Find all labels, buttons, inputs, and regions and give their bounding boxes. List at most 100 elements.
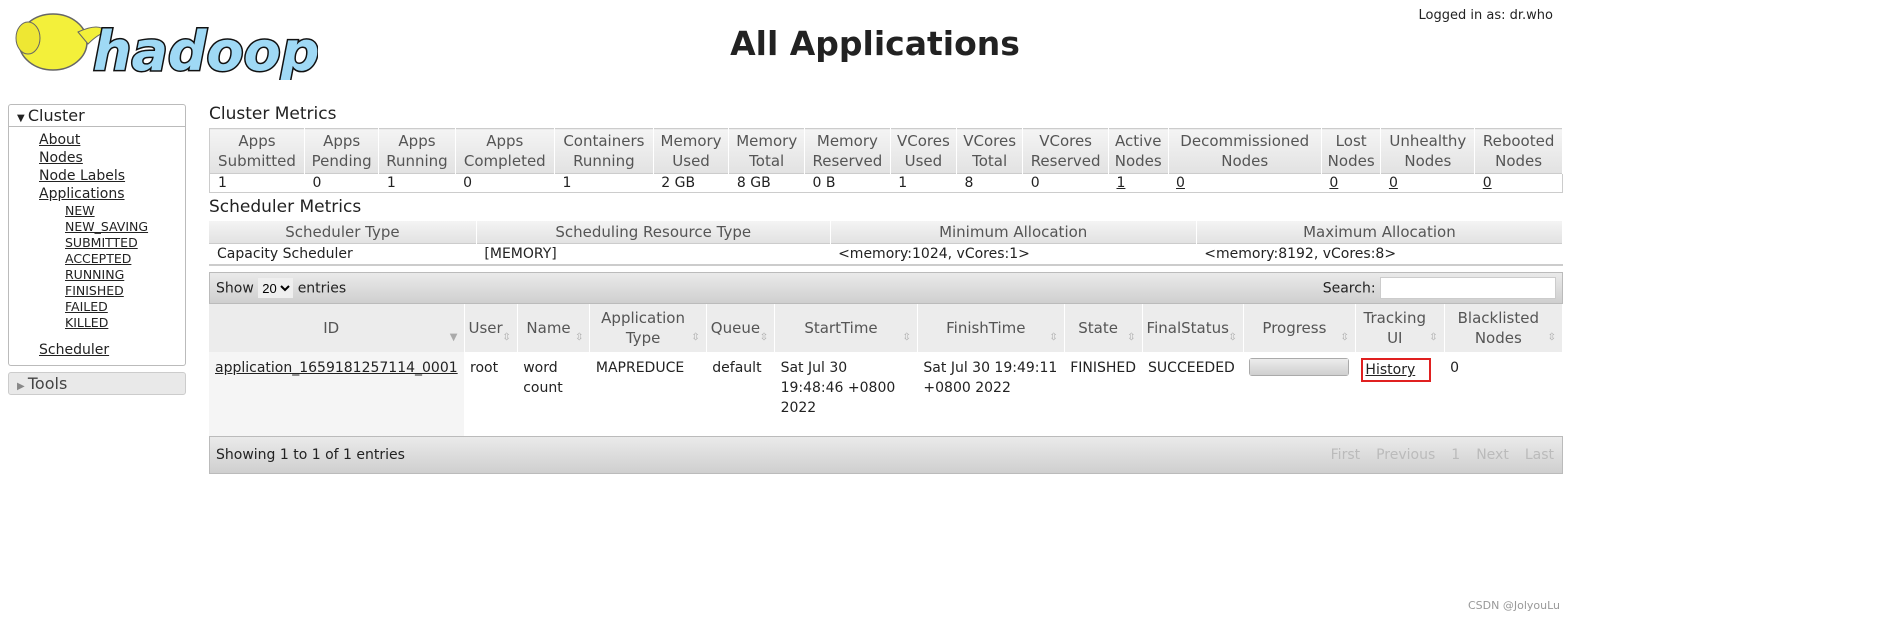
metric-value: 1 [890, 173, 957, 193]
nav-state-new[interactable]: NEW [65, 203, 185, 219]
page-title: All Applications [730, 24, 1020, 63]
applications-table: ID ▼ User ⇳ Name ⇳ Application Type ⇳ Queue ⇳ Star… [209, 304, 1564, 436]
nav-state-failed[interactable]: FAILED [65, 299, 185, 315]
metric-header: VCores Reserved [1022, 128, 1109, 174]
table-info: Showing 1 to 1 of 1 entries [216, 447, 405, 463]
scheduler-value: Capacity Scheduler [209, 243, 477, 266]
nav-about[interactable]: About [39, 131, 185, 149]
page-next[interactable]: Next [1468, 447, 1517, 463]
cell-finish: Sat Jul 30 19:49:11 +0800 2022 [923, 360, 1058, 396]
nav-state-new-saving[interactable]: NEW_SAVING [65, 219, 185, 235]
nav-applications[interactable]: Applications [39, 185, 185, 203]
sort-icon: ⇳ [1547, 332, 1556, 343]
metric-value: 1 [209, 173, 305, 193]
caret-right-icon: ▶ [17, 381, 28, 392]
metric-value: 2 GB [653, 173, 729, 193]
cell-blacklisted: 0 [1450, 360, 1460, 376]
metric-value[interactable]: 0 [1380, 173, 1475, 193]
metric-header: Rebooted Nodes [1474, 128, 1563, 174]
metric-value: 0 B [804, 173, 891, 193]
nav-state-accepted[interactable]: ACCEPTED [65, 251, 185, 267]
nav-nodes[interactable]: Nodes [39, 149, 185, 167]
tools-section-toggle[interactable]: ▶ Tools [8, 372, 186, 395]
search-input[interactable] [1380, 277, 1556, 299]
column-header[interactable]: FinalStatus ⇳ [1142, 304, 1244, 352]
scheduler-value: <memory:1024, vCores:1> [830, 243, 1197, 266]
sort-icon: ⇳ [574, 332, 584, 343]
metric-header: Decommissioned Nodes [1168, 128, 1322, 174]
scheduler-header: Scheduling Resource Type [476, 221, 831, 244]
sort-icon: ⇳ [1127, 332, 1136, 343]
page-previous[interactable]: Previous [1368, 447, 1443, 463]
metric-value[interactable]: 0 [1321, 173, 1381, 193]
sort-icon: ⇳ [1228, 332, 1237, 343]
history-link[interactable]: History [1365, 362, 1415, 378]
sort-icon: ⇳ [759, 332, 769, 343]
column-header[interactable]: Application Type ⇳ [589, 304, 707, 352]
cell-type: MAPREDUCE [595, 360, 685, 376]
metric-value: 0 [1022, 173, 1109, 193]
cell-start: Sat Jul 30 19:48:46 +0800 2022 [780, 360, 896, 416]
metric-header: Apps Submitted [209, 128, 305, 174]
metric-header: Lost Nodes [1321, 128, 1382, 174]
search-label: Search: [1322, 280, 1376, 297]
metric-header: Active Nodes [1108, 128, 1169, 174]
cell-queue: default [712, 360, 762, 376]
page-first[interactable]: First [1323, 447, 1368, 463]
scheduler-value: <memory:8192, vCores:8> [1196, 243, 1563, 266]
metric-value[interactable]: 0 [1168, 173, 1322, 193]
sort-icon: ⇳ [691, 332, 700, 343]
sort-icon: ⇳ [1049, 332, 1058, 343]
column-header[interactable]: Blacklisted Nodes ⇳ [1444, 304, 1564, 352]
entries-select[interactable]: 20 [258, 278, 294, 298]
column-header[interactable]: Name ⇳ [517, 304, 591, 352]
metric-value[interactable]: 0 [1474, 173, 1563, 193]
cell-name: word count [523, 360, 563, 396]
cell-user: root [470, 360, 499, 376]
metric-header: Memory Total [728, 128, 806, 174]
metric-header: VCores Used [890, 128, 958, 174]
app-id-link[interactable]: application_1659181257114_0001 [215, 360, 458, 376]
scheduler-value: [MEMORY] [476, 243, 831, 266]
table-footer: Showing 1 to 1 of 1 entries First Previou… [209, 436, 1563, 474]
column-header[interactable]: FinishTime ⇳ [917, 304, 1065, 352]
metric-header: Apps Pending [304, 128, 380, 174]
nav-state-running[interactable]: RUNNING [65, 267, 185, 283]
metric-value: 0 [455, 173, 555, 193]
metric-value: 1 [554, 173, 654, 193]
table-controls: Show 20 entries Search: [209, 272, 1563, 304]
column-header[interactable]: Queue ⇳ [706, 304, 776, 352]
cluster-metrics-title: Cluster Metrics [209, 104, 337, 124]
metric-header: Apps Completed [455, 128, 556, 174]
scheduler-metrics-title: Scheduler Metrics [209, 197, 362, 217]
cell-final-status: SUCCEEDED [1148, 360, 1235, 376]
metric-value: 8 GB [728, 173, 805, 193]
sort-icon: ⇳ [902, 332, 911, 343]
page-1[interactable]: 1 [1443, 447, 1468, 463]
column-header[interactable]: Tracking UI ⇳ [1355, 304, 1445, 352]
scheduler-header: Scheduler Type [209, 221, 477, 244]
column-header[interactable]: User ⇳ [464, 304, 518, 352]
login-status: Logged in as: dr.who [1418, 8, 1553, 23]
show-label: Show [216, 280, 254, 297]
column-header[interactable]: StartTime ⇳ [774, 304, 918, 352]
metric-header: VCores Total [956, 128, 1024, 174]
metric-header: Containers Running [554, 128, 654, 174]
nav-scheduler[interactable]: Scheduler [39, 341, 185, 359]
nav-node-labels[interactable]: Node Labels [39, 167, 185, 185]
cluster-section-toggle[interactable]: ▼ Cluster [8, 104, 186, 127]
column-header[interactable]: State ⇳ [1064, 304, 1143, 352]
column-header[interactable]: Progress ⇳ [1243, 304, 1356, 352]
scheduler-header: Maximum Allocation [1196, 221, 1564, 244]
nav-state-submitted[interactable]: SUBMITTED [65, 235, 185, 251]
page-last[interactable]: Last [1517, 447, 1562, 463]
metric-value: 1 [378, 173, 456, 193]
nav-state-killed[interactable]: KILLED [65, 315, 185, 331]
column-header[interactable]: ID ▼ [209, 304, 465, 352]
caret-down-icon: ▼ [17, 113, 28, 124]
sidebar: ▼ Cluster About Nodes Node Labels Applic… [8, 104, 186, 395]
cell-state: FINISHED [1070, 360, 1137, 376]
nav-state-finished[interactable]: FINISHED [65, 283, 185, 299]
scheduler-header: Minimum Allocation [830, 221, 1197, 244]
metric-value[interactable]: 1 [1108, 173, 1169, 193]
